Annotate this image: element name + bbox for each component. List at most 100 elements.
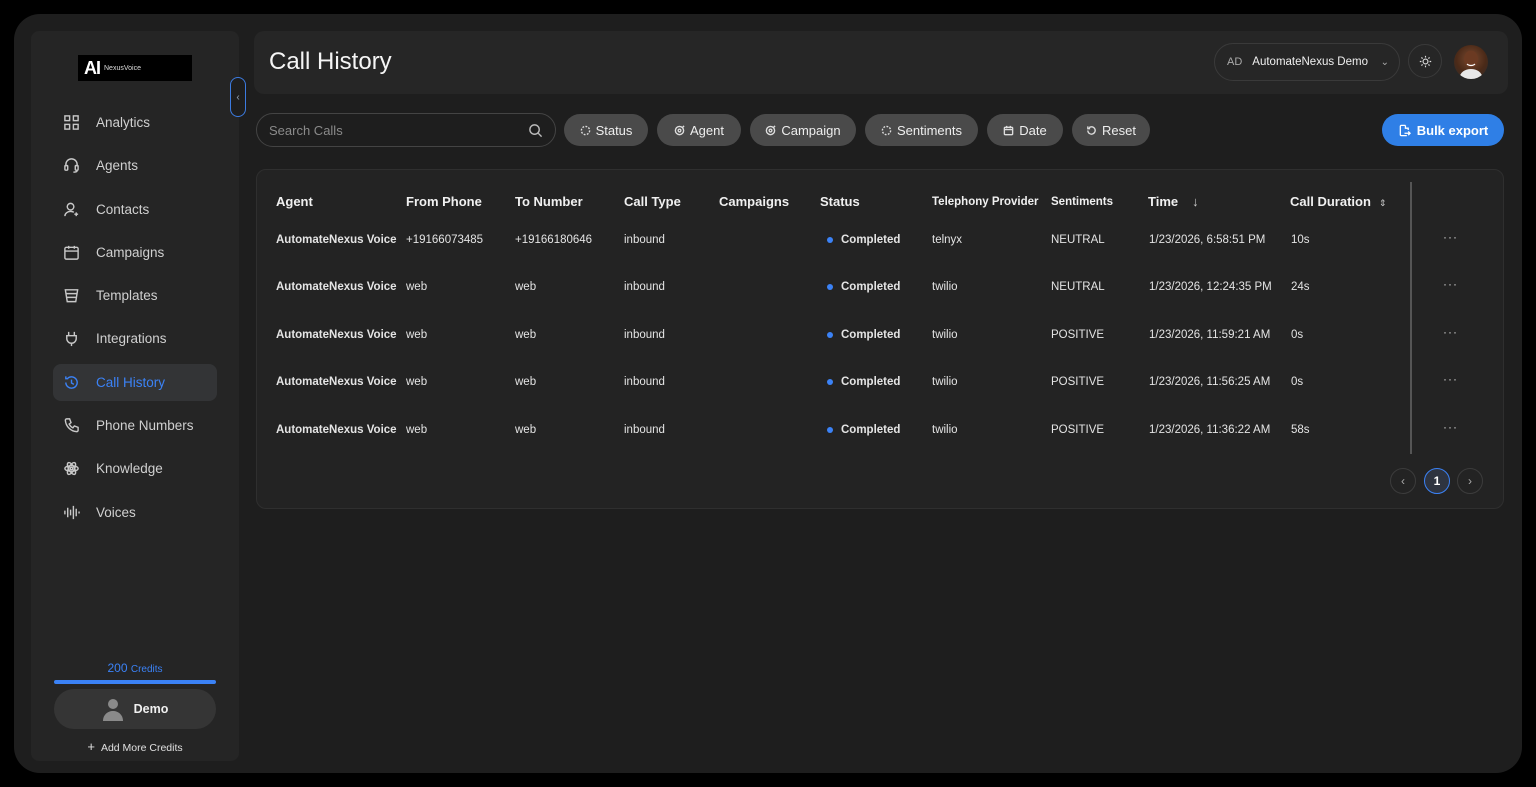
chevron-left-icon: ‹ [1401, 474, 1405, 488]
column-header-to-number[interactable]: To Number [515, 194, 583, 209]
add-credits-label: Add More Credits [100, 742, 183, 754]
sidebar-item-label: Voices [96, 504, 136, 520]
phone-icon [62, 417, 80, 435]
sidebar-item-label: Campaigns [96, 244, 165, 260]
sidebar-item-phone-numbers[interactable]: Phone Numbers [53, 407, 217, 444]
cell-duration: 0s [1291, 329, 1304, 341]
cell-duration: 0s [1291, 376, 1304, 388]
cell-agent: AutomateNexus Voice [276, 281, 397, 293]
status-filter-button[interactable]: Status [564, 114, 648, 146]
cell-agent: AutomateNexus Voice [276, 376, 397, 388]
next-page-button[interactable]: › [1457, 468, 1483, 494]
sort-toggle-icon[interactable]: ⇕ [1379, 198, 1387, 208]
column-header-from-phone[interactable]: From Phone [406, 194, 482, 209]
page-header: Call History AD AutomateNexus Demo ⌄ [254, 31, 1508, 94]
chevron-right-icon: › [1468, 474, 1472, 488]
dashed-circle-icon [580, 125, 590, 135]
cell-call-type: inbound [624, 424, 665, 436]
sort-desc-icon[interactable]: ↓ [1192, 194, 1199, 209]
add-credits-link[interactable]: + Add More Credits [31, 739, 239, 754]
headset-icon [62, 157, 80, 175]
cell-status: Completed [827, 281, 900, 293]
grid-icon [62, 114, 80, 132]
user-menu-button[interactable]: Demo [54, 689, 216, 729]
status-label: Completed [841, 376, 901, 388]
cell-time: 1/23/2026, 11:56:25 AM [1149, 376, 1271, 388]
cell-call-type: inbound [624, 281, 665, 293]
sidebar-item-contacts[interactable]: Contacts [53, 191, 217, 228]
sidebar-item-analytics[interactable]: Analytics [53, 104, 217, 141]
agent-filter-button[interactable]: Agent [657, 114, 741, 146]
sidebar-collapse-button[interactable]: ‹ [230, 77, 246, 117]
row-more-actions-icon[interactable]: ··· [1443, 277, 1458, 291]
cell-to-number: +19166180646 [515, 234, 593, 246]
status-dot [827, 237, 833, 243]
theme-toggle-button[interactable] [1408, 44, 1442, 78]
search-icon[interactable] [528, 123, 543, 138]
plus-icon: + [87, 739, 95, 754]
sidebar-item-label: Call History [96, 374, 166, 390]
sidebar-nav: Analytics Agents Contacts Campaigns Temp… [53, 104, 217, 537]
page-number-button[interactable]: 1 [1424, 468, 1450, 494]
sidebar-item-agents[interactable]: Agents [53, 147, 217, 184]
cell-from-phone: web [406, 281, 428, 293]
sidebar-item-campaigns[interactable]: Campaigns [53, 234, 217, 271]
filter-label: Sentiments [896, 122, 963, 138]
status-label: Completed [841, 329, 901, 341]
cell-from-phone: +19166073485 [406, 234, 484, 246]
cell-provider: telnyx [932, 234, 963, 246]
filter-label: Date [1019, 122, 1047, 138]
campaign-filter-button[interactable]: Campaign [750, 114, 856, 146]
column-header-telephony-provider[interactable]: Telephony Provider [932, 196, 1039, 208]
bulk-export-button[interactable]: Bulk export [1382, 114, 1504, 146]
reset-icon [1087, 125, 1096, 135]
cell-call-type: inbound [624, 376, 665, 388]
logo-text: NexusVoice [104, 64, 141, 72]
filter-label: Campaign [781, 122, 841, 138]
cell-provider: twilio [932, 424, 958, 436]
row-more-actions-icon[interactable]: ··· [1443, 325, 1458, 339]
status-dot [827, 332, 833, 338]
column-header-call-duration[interactable]: Call Duration ⇕ [1290, 194, 1386, 209]
sidebar-item-templates[interactable]: Templates [53, 277, 217, 314]
reset-filters-button[interactable]: Reset [1072, 114, 1150, 146]
row-more-actions-icon[interactable]: ··· [1443, 230, 1458, 244]
search-input[interactable] [269, 122, 528, 138]
row-more-actions-icon[interactable]: ··· [1443, 420, 1458, 434]
cell-status: Completed [827, 329, 900, 341]
cell-duration: 10s [1291, 234, 1310, 246]
row-more-actions-icon[interactable]: ··· [1443, 372, 1458, 386]
column-header-status[interactable]: Status [820, 194, 860, 209]
column-header-sentiments[interactable]: Sentiments [1051, 196, 1113, 208]
cell-agent: AutomateNexus Voice [276, 424, 397, 436]
org-initials: AD [1227, 56, 1243, 68]
target-icon [674, 124, 685, 135]
sentiments-filter-button[interactable]: Sentiments [865, 114, 978, 146]
profile-avatar[interactable] [1454, 45, 1488, 79]
date-filter-button[interactable]: Date [987, 114, 1063, 146]
waveform-icon [62, 503, 80, 521]
sidebar-item-call-history[interactable]: Call History [53, 363, 217, 401]
cell-agent: AutomateNexus Voice [276, 329, 397, 341]
sidebar-item-knowledge[interactable]: Knowledge [53, 450, 217, 487]
user-name: Demo [133, 702, 169, 716]
sidebar-item-integrations[interactable]: Integrations [53, 320, 217, 357]
column-header-campaigns[interactable]: Campaigns [719, 194, 789, 209]
column-divider [1410, 182, 1412, 454]
filter-label: Agent [690, 122, 724, 138]
cell-time: 1/23/2026, 11:36:22 AM [1149, 424, 1271, 436]
column-header-call-type[interactable]: Call Type [624, 194, 681, 209]
column-header-agent[interactable]: Agent [276, 194, 313, 209]
search-box [256, 113, 556, 147]
cell-call-type: inbound [624, 234, 665, 246]
credits-unit: Credits [130, 664, 163, 675]
previous-page-button[interactable]: ‹ [1390, 468, 1416, 494]
column-header-time[interactable]: Time ↓ [1148, 194, 1199, 209]
logo[interactable]: AI NexusVoice [78, 55, 192, 81]
credits-progress-bar [54, 680, 216, 684]
cell-time: 1/23/2026, 6:58:51 PM [1149, 234, 1266, 246]
sidebar-item-voices[interactable]: Voices [53, 494, 217, 531]
credits-display: 200 Credits [31, 659, 239, 677]
cell-provider: twilio [932, 281, 958, 293]
org-selector[interactable]: AD AutomateNexus Demo ⌄ [1214, 43, 1400, 81]
